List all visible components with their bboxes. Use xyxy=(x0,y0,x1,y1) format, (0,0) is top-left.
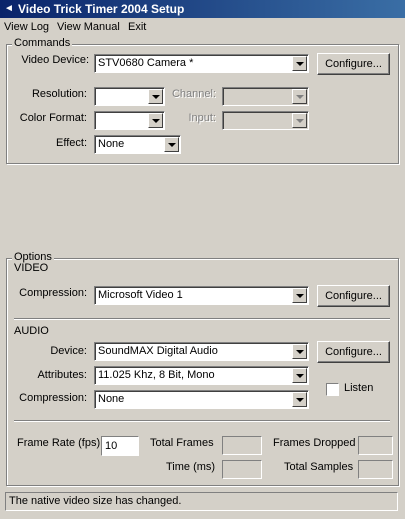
audio-section-heading: AUDIO xyxy=(14,325,49,337)
video-compression-value: Microsoft Video 1 xyxy=(98,289,183,301)
commands-legend: Commands xyxy=(12,37,73,49)
frames-dropped-field xyxy=(358,436,393,455)
channel-select[interactable] xyxy=(222,87,309,106)
channel-label: Channel: xyxy=(171,88,216,100)
attributes-value: 11.025 Khz, 8 Bit, Mono xyxy=(98,369,215,381)
effect-value: None xyxy=(98,138,125,150)
chevron-down-icon[interactable] xyxy=(148,113,163,128)
chevron-down-icon[interactable] xyxy=(292,368,307,383)
video-device-value: STV0680 Camera * xyxy=(98,57,194,69)
video-configure-button[interactable]: Configure... xyxy=(317,53,390,75)
app-icon: ◄ xyxy=(4,3,14,14)
chevron-down-icon[interactable] xyxy=(292,89,307,104)
menu-view-log[interactable]: View Log xyxy=(4,21,49,33)
video-compression-label: Compression: xyxy=(19,287,87,299)
chevron-down-icon[interactable] xyxy=(292,344,307,359)
audio-device-select[interactable]: SoundMAX Digital Audio xyxy=(94,342,309,361)
video-device-label: Video Device: xyxy=(21,54,89,66)
frame-rate-input[interactable]: 10 xyxy=(101,436,139,456)
video-section-heading: VIDEO xyxy=(14,262,49,274)
menu-bar: View Log View Manual Exit xyxy=(0,18,405,36)
chevron-down-icon[interactable] xyxy=(292,113,307,128)
video-device-select[interactable]: STV0680 Camera * xyxy=(94,54,309,73)
input-label: Input: xyxy=(188,112,216,124)
chevron-down-icon[interactable] xyxy=(292,56,307,71)
divider xyxy=(14,318,390,320)
compression-configure-button[interactable]: Configure... xyxy=(317,285,390,307)
chevron-down-icon[interactable] xyxy=(292,392,307,407)
frame-rate-label: Frame Rate (fps) xyxy=(17,437,101,449)
resolution-label: Resolution: xyxy=(31,88,87,100)
resolution-select[interactable] xyxy=(94,87,165,106)
audio-configure-button[interactable]: Configure... xyxy=(317,341,390,363)
effect-label: Effect: xyxy=(56,137,87,149)
status-bar: The native video size has changed. xyxy=(5,492,398,511)
frame-rate-value: 10 xyxy=(105,440,118,452)
chevron-down-icon[interactable] xyxy=(148,89,163,104)
attributes-label: Attributes: xyxy=(37,369,87,381)
menu-exit[interactable]: Exit xyxy=(128,21,146,33)
attributes-select[interactable]: 11.025 Khz, 8 Bit, Mono xyxy=(94,366,309,385)
listen-label[interactable]: Listen xyxy=(344,382,373,394)
chevron-down-icon[interactable] xyxy=(292,288,307,303)
chevron-down-icon[interactable] xyxy=(164,137,179,152)
color-format-select[interactable] xyxy=(94,111,165,130)
divider xyxy=(14,420,390,422)
input-select[interactable] xyxy=(222,111,309,130)
total-samples-field xyxy=(358,460,393,479)
window-title: Video Trick Timer 2004 Setup xyxy=(18,2,185,16)
audio-compression-value: None xyxy=(98,393,125,405)
status-text: The native video size has changed. xyxy=(9,495,182,507)
time-label: Time (ms) xyxy=(166,461,216,473)
audio-compression-label: Compression: xyxy=(19,392,87,404)
time-field xyxy=(222,460,262,479)
total-samples-label: Total Samples xyxy=(284,461,354,473)
title-bar[interactable]: ◄ Video Trick Timer 2004 Setup xyxy=(0,0,405,18)
color-format-label: Color Format: xyxy=(19,112,87,124)
audio-device-value: SoundMAX Digital Audio xyxy=(98,345,218,357)
total-frames-label: Total Frames xyxy=(150,437,214,449)
listen-checkbox[interactable] xyxy=(326,383,339,396)
frames-dropped-label: Frames Dropped xyxy=(273,437,356,449)
effect-select[interactable]: None xyxy=(94,135,181,154)
menu-view-manual[interactable]: View Manual xyxy=(57,21,120,33)
audio-compression-select[interactable]: None xyxy=(94,390,309,409)
audio-device-label: Device: xyxy=(50,345,87,357)
total-frames-field xyxy=(222,436,262,455)
video-compression-select[interactable]: Microsoft Video 1 xyxy=(94,286,309,305)
